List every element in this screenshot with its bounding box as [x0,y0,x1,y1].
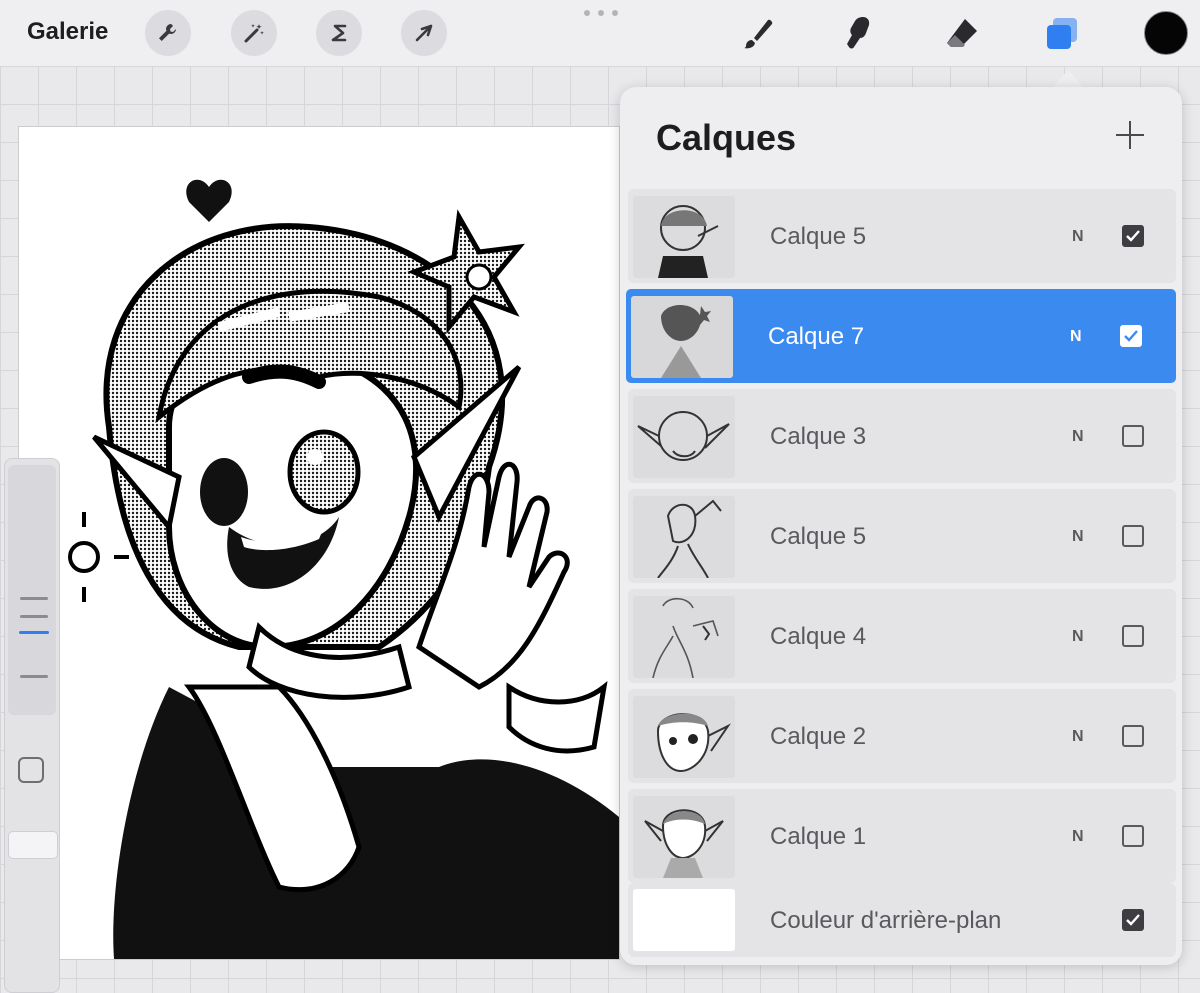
eraser-icon[interactable] [940,12,984,56]
brush-icon[interactable] [736,12,780,56]
smudge-icon[interactable] [836,12,880,56]
selection-s-icon[interactable] [316,10,362,56]
layer-thumbnail [631,296,733,378]
opacity-slider[interactable] [8,831,58,859]
background-color-swatch[interactable] [633,889,735,951]
layer-name: Couleur d'arrière-plan [770,907,1002,934]
top-toolbar: Galerie [0,0,1200,67]
magic-wand-icon[interactable] [231,10,277,56]
visibility-checkbox[interactable] [1122,725,1144,747]
plus-icon[interactable] [1114,119,1146,151]
color-picker[interactable] [1144,11,1188,55]
blend-mode[interactable]: N [1072,428,1084,446]
visibility-checkbox[interactable] [1122,825,1144,847]
size-marker [20,615,48,618]
layer-thumbnail [633,696,735,778]
layer-name: Calque 4 [770,623,867,650]
size-marker-active [19,631,49,634]
layer-row-selected[interactable]: Calque 7 N [626,289,1176,383]
visibility-checkbox[interactable] [1122,909,1144,931]
panel-title: Calques [656,117,797,158]
layer-row[interactable]: Calque 1 N [628,789,1176,883]
artwork-illustration [39,179,619,959]
layer-row[interactable]: Calque 2 N [628,689,1176,783]
layer-row[interactable]: Calque 5 N [628,489,1176,583]
blend-mode[interactable]: N [1072,628,1084,646]
brush-size-slider[interactable] [4,458,60,993]
size-marker [20,675,48,678]
layer-name: Calque 5 [770,223,867,250]
layer-row[interactable]: Calque 3 N [628,389,1176,483]
layer-thumbnail [633,396,735,478]
layer-name: Calque 1 [770,823,867,850]
blend-mode[interactable]: N [1072,528,1084,546]
drag-handle[interactable] [584,10,618,16]
visibility-checkbox[interactable] [1120,325,1142,347]
layer-thumbnail [633,496,735,578]
layer-thumbnail [633,196,735,278]
size-track[interactable] [8,465,56,715]
blend-mode[interactable]: N [1072,828,1084,846]
background-color-layer[interactable]: Couleur d'arrière-plan [628,883,1176,957]
layer-row[interactable]: Calque 5 N [628,189,1176,283]
transform-arrow-icon[interactable] [401,10,447,56]
layer-thumbnail [633,796,735,878]
blend-mode[interactable]: N [1072,728,1084,746]
layer-row[interactable]: Calque 4 N [628,589,1176,683]
size-marker [20,597,48,600]
layer-name: Calque 5 [770,523,867,550]
blend-mode[interactable]: N [1070,328,1082,346]
layer-thumbnail [633,596,735,678]
visibility-checkbox[interactable] [1122,625,1144,647]
wrench-icon[interactable] [145,10,191,56]
layer-name: Calque 3 [770,423,867,450]
layers-panel: Calques Calque 5 N Calque 7 N Calque 3 N… [620,87,1182,965]
gallery-button[interactable]: Galerie [27,18,108,46]
visibility-checkbox[interactable] [1122,225,1144,247]
layer-name: Calque 2 [770,723,867,750]
modify-button[interactable] [18,757,44,783]
visibility-checkbox[interactable] [1122,525,1144,547]
layers-icon[interactable] [1040,12,1084,56]
layer-name: Calque 7 [768,323,865,350]
visibility-checkbox[interactable] [1122,425,1144,447]
blend-mode[interactable]: N [1072,228,1084,246]
drawing-canvas[interactable] [18,126,620,960]
